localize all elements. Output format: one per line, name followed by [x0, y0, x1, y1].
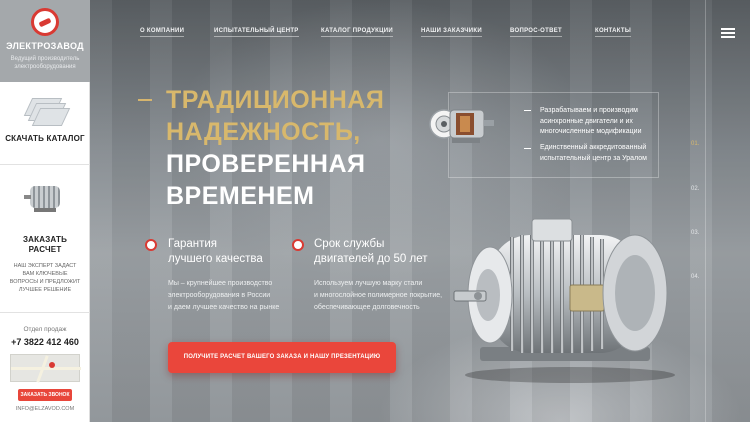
nav-item-clients[interactable]: НАШИ ЗАКАЗЧИКИ	[421, 28, 482, 37]
benefit-1-text-2: электрооборудования в России	[168, 292, 271, 299]
download-catalog-button[interactable]: СКАЧАТЬ КАТАЛОГ	[0, 82, 90, 165]
info-dash-1	[524, 110, 531, 111]
contact-block: Отдел продаж +7 3822 412 460 ЗАКАЗАТЬ ЗВ…	[0, 313, 90, 422]
headline-dash	[138, 99, 152, 101]
headline-line-1: ТРАДИЦИОННАЯ	[166, 86, 385, 114]
get-quote-button[interactable]: ПОЛУЧИТЕ РАСЧЕТ ВАШЕГО ЗАКАЗА И НАШУ ПРЕ…	[168, 342, 396, 373]
electric-motor-image	[453, 218, 675, 383]
phone-number[interactable]: +7 3822 412 460	[0, 337, 90, 347]
catalog-papers-icon	[22, 96, 71, 126]
logo-emblem-icon	[31, 8, 59, 36]
menu-icon[interactable]	[721, 28, 735, 38]
slide-page-1[interactable]: 01.	[691, 141, 699, 147]
nav-item-about[interactable]: О КОМПАНИИ	[140, 28, 185, 37]
headline-line-3: ПРОВЕРЕННАЯ	[166, 150, 366, 178]
benefit-2-text-2: и многослойное полимерное покрытие,	[314, 292, 443, 299]
motor-cutaway-image	[429, 109, 494, 143]
benefit-2-title-2: двигателей до 50 лет	[314, 253, 428, 265]
download-catalog-label: СКАЧАТЬ КАТАЛОГ	[5, 134, 85, 143]
nav-item-test-center[interactable]: ИСПЫТАТЕЛЬНЫЙ ЦЕНТР	[214, 28, 299, 37]
calc-note: НАШ ЭКСПЕРТ ЗАДАСТ ВАМ КЛЮЧЕВЫЕ ВОПРОСЫ …	[9, 263, 81, 293]
location-map[interactable]	[10, 354, 81, 383]
benefit-1-text-1: Мы – крупнейшее производство	[168, 280, 273, 287]
divider-line	[705, 0, 706, 422]
sales-dept-label: Отдел продаж	[23, 326, 67, 333]
request-call-button[interactable]: ЗАКАЗАТЬ ЗВОНОК	[18, 389, 72, 401]
nav-item-catalog[interactable]: КАТАЛОГ ПРОДУКЦИИ	[321, 28, 394, 37]
lifetime-badge-icon	[292, 239, 304, 251]
nav-item-contacts[interactable]: КОНТАКТЫ	[595, 28, 632, 37]
nav-item-faq[interactable]: ВОПРОС-ОТВЕТ	[510, 28, 563, 37]
info-2-line-2: испытательный центр за Уралом	[540, 154, 647, 162]
benefit-2-title-1: Срок службы	[314, 238, 385, 250]
sidebar: ЭЛЕКТРОЗАВОД Ведущий производитель элект…	[0, 0, 90, 422]
email-link[interactable]: INFO@ELZAVOD.COM	[0, 406, 90, 412]
slide-page-4[interactable]: 04.	[691, 274, 699, 280]
info-1-line-1: Разрабатываем и производим	[540, 107, 638, 114]
info-2-line-1: Единственный аккредитованный	[540, 144, 647, 151]
headline-line-2: НАДЕЖНОСТЬ,	[166, 118, 361, 146]
slide-page-2[interactable]: 02.	[691, 186, 699, 192]
slide-page-3[interactable]: 03.	[691, 230, 699, 236]
brand-subtitle: Ведущий производитель электрооборудовани…	[10, 56, 80, 70]
motor-icon	[24, 183, 66, 213]
benefit-1-title-1: Гарантия	[168, 238, 218, 250]
map-pin-icon	[49, 362, 55, 368]
benefit-2-text-3: обеспечивающее долговечность	[314, 304, 420, 311]
logo[interactable]: ЭЛЕКТРОЗАВОД Ведущий производитель элект…	[0, 0, 90, 82]
benefit-2-text-1: Используем лучшую марку стали	[314, 280, 423, 287]
info-dash-2	[524, 148, 531, 149]
quality-badge-icon	[145, 239, 157, 251]
order-calculation-label: ЗАКАЗАТЬ РАСЧЕТ	[22, 235, 68, 254]
benefit-1-text-3: и даем лучшее качество на рынке	[168, 304, 280, 311]
info-1-line-3: многочисленные модификации	[540, 128, 642, 135]
info-1-line-2: асинхронные двигатели и их	[540, 117, 633, 125]
order-calculation-button[interactable]: ЗАКАЗАТЬ РАСЧЕТ НАШ ЭКСПЕРТ ЗАДАСТ ВАМ К…	[0, 165, 90, 313]
benefit-1-title-2: лучшего качества	[168, 253, 263, 265]
brand-title: ЭЛЕКТРОЗАВОД	[6, 41, 84, 51]
headline-line-4: ВРЕМЕНЕМ	[166, 182, 315, 210]
